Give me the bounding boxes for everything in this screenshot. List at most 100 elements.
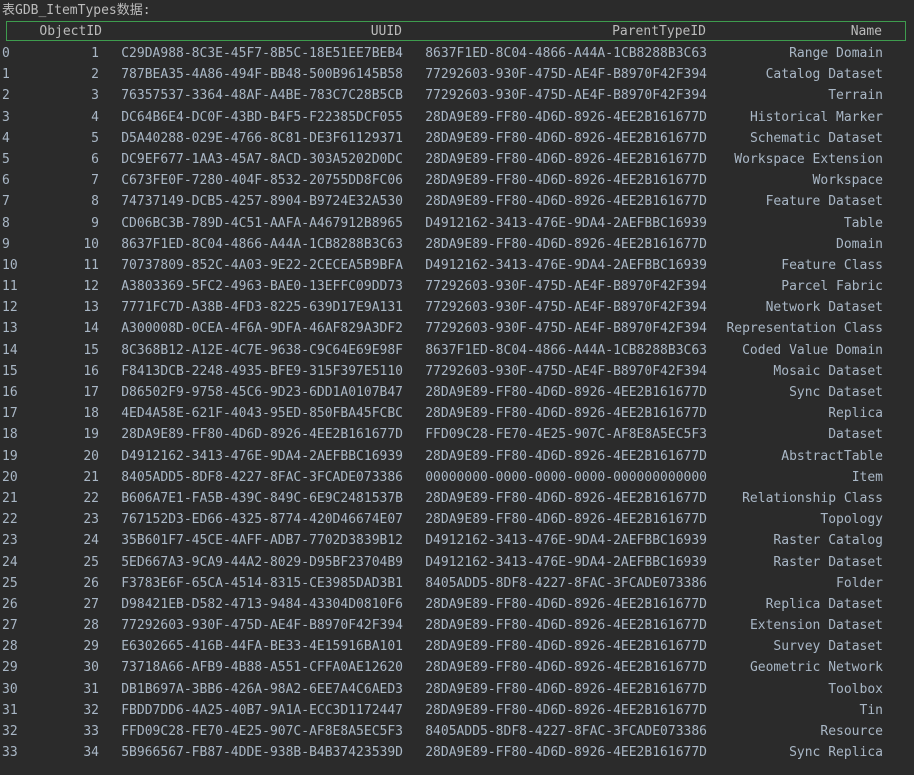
- parenttypeid-cell: D4912162-3413-476E-9DA4-2AEFBBC16939: [425, 533, 707, 549]
- objectid-cell: 1: [91, 46, 99, 61]
- parenttypeid-cell: 28DA9E89-FF80-4D6D-8926-4EE2B161677D: [425, 130, 707, 146]
- row-index: 32: [2, 724, 18, 739]
- uuid-cell: 74737149-DCB5-4257-8904-B9724E32A530: [121, 194, 403, 210]
- row-index: 3: [2, 109, 10, 125]
- table-row: 12 13 7771FC7D-A38B-4FD3-8225-639D17E9A131…: [0, 297, 914, 318]
- row-index: 11: [2, 279, 18, 295]
- parenttypeid-cell: D4912162-3413-476E-9DA4-2AEFBBC16939: [425, 257, 707, 273]
- name-cell: Catalog Dataset: [765, 67, 883, 83]
- objectid-cell: 11: [83, 257, 99, 273]
- uuid-cell: CD06BC3B-789D-4C51-AAFA-A467912B8965: [121, 215, 403, 231]
- row-index: 16: [2, 385, 18, 400]
- parenttypeid-cell: 28DA9E89-FF80-4D6D-8926-4EE2B161677D: [425, 512, 707, 528]
- table-row: 27 28 77292603-930F-475D-AE4F-B8970F42F394…: [0, 615, 914, 636]
- parenttypeid-cell: 28DA9E89-FF80-4D6D-8926-4EE2B161677D: [425, 490, 707, 506]
- uuid-cell: 77292603-930F-475D-AE4F-B8970F42F394: [121, 618, 403, 634]
- row-index: 24: [2, 554, 18, 570]
- table-row: 28 29 E6302665-416B-44FA-BE33-4E15916BA101…: [0, 636, 914, 657]
- name-cell: Workspace Extension: [734, 151, 883, 167]
- name-cell: Raster Dataset: [773, 554, 883, 570]
- parenttypeid-cell: 28DA9E89-FF80-4D6D-8926-4EE2B161677D: [425, 109, 707, 125]
- row-index: 0: [2, 46, 10, 61]
- objectid-cell: 23: [83, 512, 99, 528]
- objectid-cell: 13: [83, 300, 99, 316]
- parenttypeid-cell: 28DA9E89-FF80-4D6D-8926-4EE2B161677D: [425, 448, 707, 464]
- parenttypeid-cell: 28DA9E89-FF80-4D6D-8926-4EE2B161677D: [425, 639, 707, 655]
- name-cell: Item: [851, 469, 883, 485]
- objectid-cell: 9: [91, 215, 99, 231]
- name-cell: Sync Replica: [789, 745, 883, 761]
- table-row: 23 24 35B601F7-45CE-4AFF-ADB7-7702D3839B12…: [0, 530, 914, 551]
- row-index: 7: [2, 194, 10, 210]
- row-index: 20: [2, 469, 18, 485]
- column-header-parenttypeid: ParentTypeID: [612, 24, 706, 39]
- objectid-cell: 7: [91, 173, 99, 189]
- table-row: 20 21 8405ADD5-8DF8-4227-8FAC-3FCADE073386…: [0, 467, 914, 488]
- table-row: 29 30 73718A66-AFB9-4B88-A551-CFFA0AE12620…: [0, 657, 914, 678]
- uuid-cell: D86502F9-9758-45C6-9D23-6DD1A0107B47: [121, 385, 403, 400]
- objectid-cell: 25: [83, 554, 99, 570]
- table-row: 21 22 B606A7E1-FA5B-439C-849C-6E9C2481537B…: [0, 488, 914, 509]
- parenttypeid-cell: 28DA9E89-FF80-4D6D-8926-4EE2B161677D: [425, 173, 707, 189]
- column-header-uuid: UUID: [370, 24, 402, 39]
- row-index: 9: [2, 236, 10, 252]
- uuid-cell: F8413DCB-2248-4935-BFE9-315F397E5110: [121, 363, 403, 379]
- uuid-cell: D98421EB-D582-4713-9484-43304D0810F6: [121, 596, 403, 612]
- name-cell: Network Dataset: [765, 300, 883, 316]
- objectid-cell: 31: [83, 681, 99, 697]
- uuid-cell: D4912162-3413-476E-9DA4-2AEFBBC16939: [121, 448, 403, 464]
- objectid-cell: 19: [83, 427, 99, 443]
- name-cell: Tin: [859, 702, 883, 718]
- uuid-cell: C29DA988-8C3E-45F7-8B5C-18E51EE7BEB4: [121, 46, 403, 61]
- objectid-cell: 28: [83, 618, 99, 634]
- parenttypeid-cell: 77292603-930F-475D-AE4F-B8970F42F394: [425, 321, 707, 337]
- objectid-cell: 3: [91, 88, 99, 104]
- uuid-cell: 76357537-3364-48AF-A4BE-783C7C28B5CB: [121, 88, 403, 104]
- parenttypeid-cell: 28DA9E89-FF80-4D6D-8926-4EE2B161677D: [425, 236, 707, 252]
- uuid-cell: 787BEA35-4A86-494F-BB48-500B96145B58: [121, 67, 403, 83]
- name-cell: Replica Dataset: [765, 596, 883, 612]
- parenttypeid-cell: 8405ADD5-8DF8-4227-8FAC-3FCADE073386: [425, 724, 707, 739]
- objectid-cell: 33: [83, 724, 99, 739]
- parenttypeid-cell: 28DA9E89-FF80-4D6D-8926-4EE2B161677D: [425, 745, 707, 761]
- objectid-cell: 27: [83, 596, 99, 612]
- table-row: 14 15 8C368B12-A12E-4C7E-9638-C9C64E69E98F…: [0, 340, 914, 361]
- objectid-cell: 2: [91, 67, 99, 83]
- name-cell: AbstractTable: [781, 448, 883, 464]
- row-index: 31: [2, 702, 18, 718]
- table-row: 0 1 C29DA988-8C3E-45F7-8B5C-18E51EE7BEB4 86…: [0, 43, 914, 64]
- uuid-cell: A300008D-0CEA-4F6A-9DFA-46AF829A3DF2: [121, 321, 403, 337]
- name-cell: Resource: [820, 724, 883, 739]
- objectid-cell: 32: [83, 702, 99, 718]
- table-row: 4 5 D5A40288-029E-4766-8C81-DE3F61129371 28…: [0, 128, 914, 149]
- parenttypeid-cell: 77292603-930F-475D-AE4F-B8970F42F394: [425, 88, 707, 104]
- parenttypeid-cell: 28DA9E89-FF80-4D6D-8926-4EE2B161677D: [425, 406, 707, 422]
- row-index: 29: [2, 660, 18, 676]
- table-row: 32 33 FFD09C28-FE70-4E25-907C-AF8E8A5EC5F3…: [0, 721, 914, 742]
- parenttypeid-cell: 28DA9E89-FF80-4D6D-8926-4EE2B161677D: [425, 194, 707, 210]
- table-row: 30 31 DB1B697A-3BB6-426A-98A2-6EE7A4C6AED3…: [0, 679, 914, 700]
- parenttypeid-cell: 28DA9E89-FF80-4D6D-8926-4EE2B161677D: [425, 385, 707, 400]
- name-cell: Workspace: [812, 173, 883, 189]
- row-index: 5: [2, 151, 10, 167]
- objectid-cell: 14: [83, 321, 99, 337]
- table-row: 13 14 A300008D-0CEA-4F6A-9DFA-46AF829A3DF2…: [0, 318, 914, 339]
- table-row: 16 17 D86502F9-9758-45C6-9D23-6DD1A0107B47…: [0, 382, 914, 403]
- table-row: 31 32 FBDD7DD6-4A25-40B7-9A1A-ECC3D1172447…: [0, 700, 914, 721]
- parenttypeid-cell: 77292603-930F-475D-AE4F-B8970F42F394: [425, 279, 707, 295]
- table-row: 3 4 DC64B6E4-DC0F-43BD-B4F5-F22385DCF055 28…: [0, 107, 914, 128]
- parenttypeid-cell: 8637F1ED-8C04-4866-A44A-1CB8288B3C63: [425, 342, 707, 358]
- uuid-cell: A3803369-5FC2-4963-BAE0-13EFFC09DD73: [121, 279, 403, 295]
- row-index: 8: [2, 215, 10, 231]
- name-cell: Terrain: [828, 88, 883, 104]
- objectid-cell: 30: [83, 660, 99, 676]
- parenttypeid-cell: FFD09C28-FE70-4E25-907C-AF8E8A5EC5F3: [425, 427, 707, 443]
- uuid-cell: 70737809-852C-4A03-9E22-2CECEA5B9BFA: [121, 257, 403, 273]
- uuid-cell: 767152D3-ED66-4325-8774-420D46674E07: [121, 512, 403, 528]
- objectid-cell: 34: [83, 745, 99, 761]
- table-row: 5 6 DC9EF677-1AA3-45A7-8ACD-303A5202D0DC 28…: [0, 149, 914, 170]
- uuid-cell: FBDD7DD6-4A25-40B7-9A1A-ECC3D1172447: [121, 702, 403, 718]
- parenttypeid-cell: 28DA9E89-FF80-4D6D-8926-4EE2B161677D: [425, 596, 707, 612]
- row-index: 6: [2, 173, 10, 189]
- objectid-cell: 17: [83, 385, 99, 400]
